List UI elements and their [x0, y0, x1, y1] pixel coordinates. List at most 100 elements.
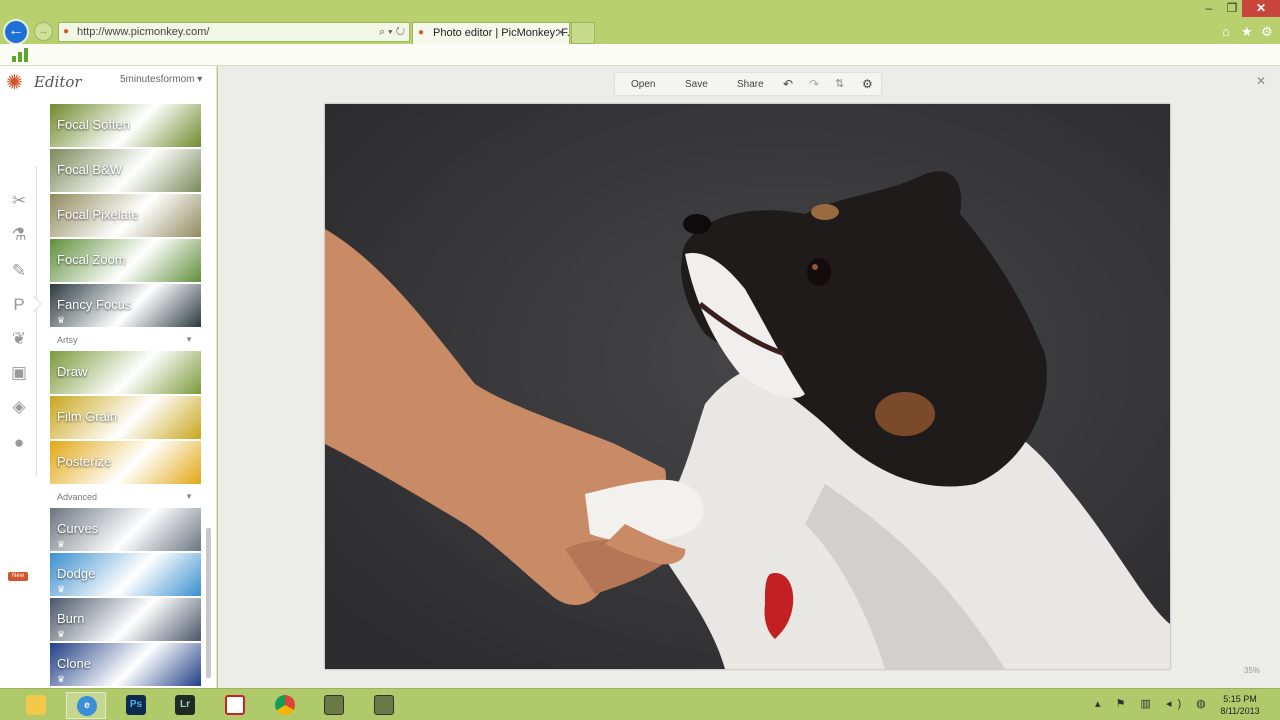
- premium-crown-icon: ♛: [57, 539, 66, 549]
- taskbar-app-green[interactable]: [314, 692, 354, 719]
- clock-time: 5:15 PM: [1223, 694, 1257, 704]
- favorites-star-icon[interactable]: ★: [1241, 24, 1253, 40]
- back-button[interactable]: ←: [3, 19, 29, 45]
- gear-icon[interactable]: ⚙: [1261, 24, 1273, 40]
- undo-icon[interactable]: ↶: [783, 73, 793, 96]
- taskbar-app-red[interactable]: [215, 692, 255, 719]
- effect-tile-draw[interactable]: Draw: [50, 351, 201, 394]
- editor-sidebar: ✺ Editor 5minutesformom ▾ ✂ ⚗ ✎ P ❦ ▣ ◈ …: [0, 66, 217, 688]
- effect-tile-focal-pixelate[interactable]: Focal Pixelate: [50, 194, 201, 237]
- effect-tile-fancy-focus[interactable]: Fancy Focus ♛: [50, 284, 201, 327]
- zoom-level[interactable]: 35%: [1244, 666, 1260, 675]
- effect-label: Curves: [57, 521, 99, 536]
- share-button[interactable]: Share: [737, 73, 764, 96]
- clock[interactable]: 5:15 PM 8/11/2013: [1210, 693, 1270, 717]
- tab-title: Photo editor | PicMonkey: F...: [433, 27, 570, 39]
- open-button[interactable]: Open: [631, 73, 655, 96]
- effect-tile-curves[interactable]: Curves ♛: [50, 508, 201, 551]
- effect-tile-burn[interactable]: Burn ♛: [50, 598, 201, 641]
- restore-button[interactable]: ❐: [1222, 0, 1242, 17]
- taskbar-app-red-2[interactable]: [364, 692, 404, 719]
- close-window-button[interactable]: ✕: [1242, 0, 1280, 17]
- folder-icon: [26, 695, 46, 715]
- compare-icon[interactable]: ⇅: [835, 73, 844, 96]
- site-favicon-icon: ●: [63, 26, 70, 37]
- effect-label: Dodge: [57, 566, 96, 581]
- frames-icon[interactable]: ▣: [8, 362, 30, 384]
- lightroom-icon: Lr: [175, 695, 195, 715]
- address-bar[interactable]: ● http://www.picmonkey.com/ ⌕ ▾ ↻: [58, 22, 410, 42]
- editor-title: Editor: [34, 73, 82, 91]
- settings-gear-icon[interactable]: ⚙: [862, 73, 873, 96]
- clock-date: 8/11/2013: [1220, 706, 1260, 716]
- canvas-area: Open Save Share ↶ ↷ ⇅ ⚙ ✕ 35%: [218, 66, 1280, 688]
- effect-label: Draw: [57, 364, 88, 379]
- app-icon: [324, 695, 344, 715]
- effect-tile-focal-zoom[interactable]: Focal Zoom: [50, 239, 201, 282]
- redo-icon[interactable]: ↷: [809, 73, 819, 96]
- system-tray[interactable]: ▴ ⚑ ▥ ◂) ◍: [1095, 697, 1212, 710]
- advanced-effects-group: Curves ♛ Dodge ♛ Burn ♛ Clone ♛: [50, 508, 202, 686]
- section-artsy[interactable]: Artsy ▼: [50, 329, 201, 351]
- favorites-bar: [0, 44, 1280, 66]
- effect-label: Focal Soften: [57, 117, 130, 132]
- section-advanced-label: Advanced: [57, 492, 98, 502]
- close-icon[interactable]: ✕: [1256, 74, 1266, 88]
- effects-flask-icon[interactable]: ⚗: [8, 224, 30, 246]
- effect-tile-film-grain[interactable]: Film Grain: [50, 396, 201, 439]
- effect-label: Focal Zoom: [57, 252, 126, 267]
- analytics-bars-icon[interactable]: [12, 48, 28, 62]
- effect-tile-focal-b-w[interactable]: Focal B&W: [50, 149, 201, 192]
- tab-close-icon[interactable]: ✕: [556, 23, 565, 43]
- windows-taskbar: e Ps Lr ▴ ⚑ ▥ ◂) ◍ 5:15 PM 8/11/2013: [0, 688, 1280, 720]
- artsy-effects-group: Draw Film Grain Posterize: [50, 351, 202, 484]
- account-menu[interactable]: 5minutesformom ▾: [120, 74, 202, 85]
- touch-up-brush-icon[interactable]: ✎: [8, 260, 30, 282]
- section-advanced[interactable]: Advanced ▼: [50, 486, 201, 508]
- taskbar-photoshop[interactable]: Ps: [116, 692, 156, 719]
- overlays-butterfly-icon[interactable]: ❦: [8, 328, 30, 350]
- photo-dog-handshake[interactable]: [325, 104, 1170, 669]
- sidebar-scrollbar[interactable]: [205, 96, 212, 686]
- chevron-down-icon: ▼: [185, 335, 193, 344]
- tab-photo-editor[interactable]: ● Photo editor | PicMonkey: F... ✕: [412, 22, 570, 44]
- effect-label: Focal B&W: [57, 162, 123, 177]
- themes-apple-icon[interactable]: ●: [8, 432, 30, 454]
- forward-button[interactable]: →: [34, 22, 53, 41]
- sidebar-header: ✺ Editor 5minutesformom ▾: [0, 66, 217, 96]
- save-button[interactable]: Save: [685, 73, 708, 96]
- scroll-thumb[interactable]: [206, 528, 211, 678]
- basic-edits-crop-icon[interactable]: ✂: [8, 190, 30, 212]
- app-icon: [374, 695, 394, 715]
- focal-effects-group: Focal Soften Focal B&W Focal Pixelate Focal…: [50, 104, 202, 327]
- taskbar-internet-explorer[interactable]: e: [66, 692, 106, 719]
- home-icon[interactable]: ⌂: [1222, 24, 1230, 39]
- minimize-button[interactable]: –: [1196, 0, 1222, 17]
- effects-list: Focal Soften Focal B&W Focal Pixelate Focal…: [50, 104, 202, 686]
- new-badge: New: [8, 572, 28, 581]
- new-tab-button[interactable]: [571, 22, 595, 44]
- chevron-down-icon: ▼: [185, 492, 193, 501]
- premium-crown-icon: ♛: [57, 629, 66, 639]
- chrome-icon: [275, 695, 295, 715]
- section-artsy-label: Artsy: [57, 335, 78, 345]
- text-icon[interactable]: P: [8, 294, 30, 316]
- editor-toolbar: Open Save Share ↶ ↷ ⇅ ⚙: [614, 72, 882, 96]
- picmonkey-logo-icon[interactable]: ✺: [6, 72, 28, 94]
- effect-tile-dodge[interactable]: Dodge ♛: [50, 553, 201, 596]
- taskbar-chrome[interactable]: [265, 692, 305, 719]
- effect-tile-posterize[interactable]: Posterize: [50, 441, 201, 484]
- tab-favicon-icon: ●: [418, 27, 425, 38]
- taskbar-lightroom[interactable]: Lr: [165, 692, 205, 719]
- search-refresh-icons[interactable]: ⌕ ▾ ↻: [379, 23, 405, 41]
- effect-label: Fancy Focus: [57, 297, 132, 312]
- premium-crown-icon: ♛: [57, 584, 66, 594]
- effect-label: Focal Pixelate: [57, 207, 139, 222]
- effect-tile-focal-soften[interactable]: Focal Soften: [50, 104, 201, 147]
- effect-label: Posterize: [57, 454, 112, 469]
- premium-crown-icon: ♛: [57, 674, 66, 684]
- effect-tile-clone[interactable]: Clone ♛: [50, 643, 201, 686]
- textures-icon[interactable]: ◈: [8, 396, 30, 418]
- taskbar-file-explorer[interactable]: [16, 692, 56, 719]
- browser-titlebar: ← → ● http://www.picmonkey.com/ ⌕ ▾ ↻ ● …: [0, 0, 1280, 45]
